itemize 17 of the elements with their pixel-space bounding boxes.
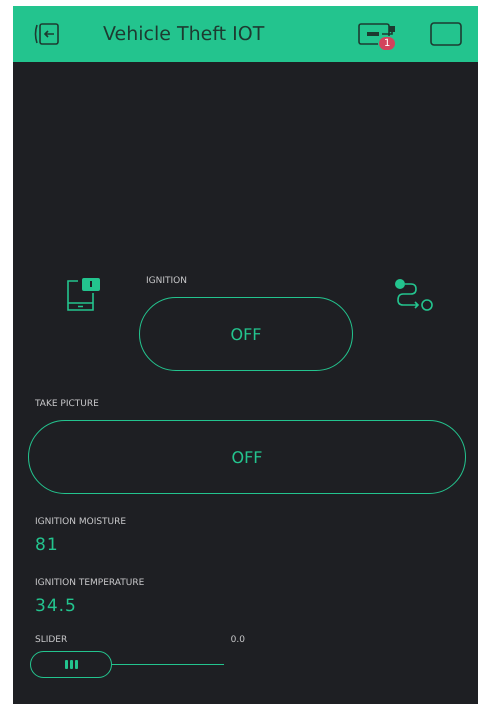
slider-label: SLIDER [35,634,68,646]
display-label: IGNITION MOISTURE [35,516,128,528]
slider-thumb[interactable] [30,651,112,678]
take-picture-button[interactable]: OFF [28,420,466,494]
display-value: 81 [35,535,60,555]
display-value: 34.5 [35,596,78,616]
display-label: IGNITION TEMPERATURE [35,577,146,589]
route-icon[interactable] [394,279,436,311]
device-icon[interactable] [358,22,398,46]
slider-reading: 0.0 [230,634,245,646]
ignition-button[interactable]: OFF [139,297,353,371]
notification-badge: 1 [378,36,396,51]
project-title: Vehicle Theft IOT [103,23,266,45]
take-picture-label: TAKE PICTURE [35,398,100,410]
square-icon[interactable] [430,22,462,46]
phone-notification-icon[interactable] [66,277,102,313]
ignition-label: IGNITION [146,275,188,287]
